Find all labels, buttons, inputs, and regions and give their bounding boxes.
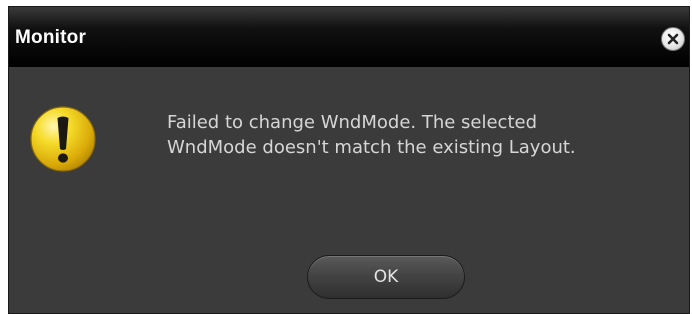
close-button[interactable] xyxy=(661,27,685,51)
message-line-2: WndMode doesn't match the existing Layou… xyxy=(167,137,576,158)
warning-icon xyxy=(29,105,97,173)
close-icon xyxy=(666,32,680,46)
monitor-dialog: Monitor Failed to change WndMode. The se… xyxy=(8,6,690,314)
message-line-1: Failed to change WndMode. The selected xyxy=(167,112,538,133)
dialog-titlebar[interactable]: Monitor xyxy=(9,7,689,67)
error-message: Failed to change WndMode. The selected W… xyxy=(167,110,667,160)
dialog-title: Monitor xyxy=(15,27,87,48)
ok-button[interactable]: OK xyxy=(307,255,465,299)
